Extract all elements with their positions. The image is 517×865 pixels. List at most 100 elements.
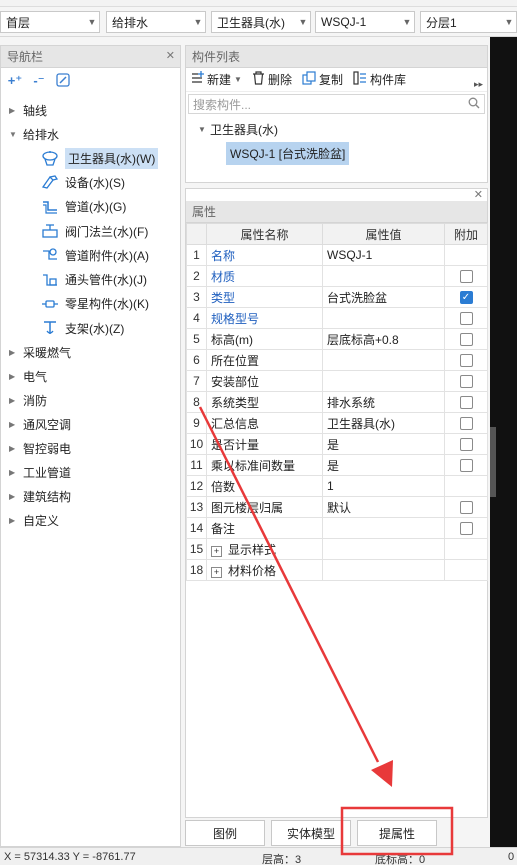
tab-solid-model[interactable]: 实体模型 bbox=[271, 820, 351, 846]
property-row[interactable]: 12 倍数 1 bbox=[186, 475, 488, 497]
extra-checkbox[interactable] bbox=[459, 270, 473, 284]
nav-category-electrical[interactable]: ▶ 电气 bbox=[1, 364, 180, 388]
nav-category-plumbing[interactable]: ▼ 给排水 bbox=[1, 122, 180, 146]
expand-icon[interactable]: + bbox=[211, 545, 222, 557]
expand-all-icon[interactable]: +⁺ bbox=[7, 73, 23, 89]
close-icon[interactable]: ✕ bbox=[474, 188, 483, 201]
component-search[interactable]: 搜索构件... bbox=[188, 94, 485, 114]
property-extra-cell bbox=[444, 496, 488, 518]
property-value-cell[interactable] bbox=[322, 517, 445, 539]
component-tree-root[interactable]: ▼ 卫生器具(水) bbox=[186, 118, 487, 140]
extra-checkbox[interactable] bbox=[459, 312, 473, 326]
nav-item-sanitary[interactable]: 卫生器具(水)(W) bbox=[1, 146, 180, 170]
property-row[interactable]: 7 安装部位 bbox=[186, 370, 488, 392]
chevron-right-icon: ▶ bbox=[9, 371, 16, 381]
extra-checkbox[interactable] bbox=[459, 501, 473, 515]
close-icon[interactable]: ✕ bbox=[166, 49, 175, 62]
nav-category-axis[interactable]: ▶ 轴线 bbox=[1, 98, 180, 122]
property-value-cell[interactable]: 排水系统 bbox=[322, 391, 445, 413]
collapse-all-icon[interactable]: -⁻ bbox=[31, 73, 47, 89]
nav-item-label: 管道(水)(G) bbox=[65, 200, 127, 215]
splitter-handle[interactable] bbox=[490, 427, 496, 497]
new-button[interactable]: 新建 ▼ bbox=[190, 71, 242, 88]
extra-checkbox[interactable]: ✓ bbox=[459, 291, 473, 305]
property-value-cell[interactable] bbox=[322, 538, 445, 560]
chevron-down-icon: ▼ bbox=[198, 124, 206, 134]
discipline-select[interactable]: 给排水 ▼ bbox=[106, 11, 206, 33]
tab-legend[interactable]: 图例 bbox=[185, 820, 265, 846]
property-row[interactable]: 13 图元楼层归属 默认 bbox=[186, 496, 488, 518]
nav-item-tee-fitting[interactable]: 通头管件(水)(J) bbox=[1, 267, 180, 291]
property-row-number: 7 bbox=[186, 370, 207, 392]
extra-checkbox[interactable] bbox=[459, 375, 473, 389]
floor-select[interactable]: 首层 ▼ bbox=[0, 11, 100, 33]
nav-item-bracket[interactable]: 支架(水)(Z) bbox=[1, 316, 180, 340]
nav-category-low-voltage[interactable]: ▶ 智控弱电 bbox=[1, 436, 180, 460]
nav-category-structure[interactable]: ▶ 建筑结构 bbox=[1, 484, 180, 508]
nav-item-misc-component[interactable]: 零星构件(水)(K) bbox=[1, 292, 180, 316]
property-row[interactable]: 10 是否计量 是 bbox=[186, 433, 488, 455]
property-extra-cell bbox=[444, 433, 488, 455]
trash-icon bbox=[252, 71, 265, 88]
property-name: 名称 bbox=[211, 248, 236, 263]
property-name-cell: 倍数 bbox=[206, 475, 323, 497]
property-value-cell[interactable]: 1 bbox=[322, 475, 445, 497]
property-value-cell[interactable]: 卫生器具(水) bbox=[322, 412, 445, 434]
property-value-cell[interactable] bbox=[322, 559, 445, 581]
edit-icon[interactable] bbox=[55, 72, 71, 90]
property-value-cell[interactable] bbox=[322, 349, 445, 371]
property-row[interactable]: 8 系统类型 排水系统 bbox=[186, 391, 488, 413]
component-list-header: 构件列表 bbox=[186, 46, 487, 68]
property-value-cell[interactable] bbox=[322, 370, 445, 392]
property-value-cell[interactable]: 是 bbox=[322, 454, 445, 476]
nav-item-valve[interactable]: 阀门法兰(水)(F) bbox=[1, 219, 180, 243]
property-value-cell[interactable]: 是 bbox=[322, 433, 445, 455]
delete-button[interactable]: 删除 bbox=[252, 71, 292, 88]
property-row[interactable]: 4 规格型号 bbox=[186, 307, 488, 329]
nav-category-industrial-pipe[interactable]: ▶ 工业管道 bbox=[1, 460, 180, 484]
property-row[interactable]: 1 名称 WSQJ-1 bbox=[186, 244, 488, 266]
property-value-cell[interactable]: 层底标高+0.8 bbox=[322, 328, 445, 350]
property-row[interactable]: 18 + 材料价格 bbox=[186, 559, 488, 581]
nav-category-fire[interactable]: ▶ 消防 bbox=[1, 388, 180, 412]
nav-category-label: 自定义 bbox=[23, 513, 60, 528]
property-value-cell[interactable] bbox=[322, 307, 445, 329]
property-row-number: 14 bbox=[186, 517, 207, 539]
layer-select[interactable]: 分层1 ▼ bbox=[420, 11, 517, 33]
component-type-select[interactable]: 卫生器具(水) ▼ bbox=[211, 11, 311, 33]
property-row[interactable]: 3 类型 台式洗脸盆 ✓ bbox=[186, 286, 488, 308]
nav-category-heating-gas[interactable]: ▶ 采暖燃气 bbox=[1, 340, 180, 364]
extra-checkbox[interactable] bbox=[459, 459, 473, 473]
property-value-cell[interactable]: WSQJ-1 bbox=[322, 244, 445, 266]
property-row[interactable]: 11 乘以标准间数量 是 bbox=[186, 454, 488, 476]
extra-checkbox[interactable] bbox=[459, 522, 473, 536]
nav-item-pipe[interactable]: 管道(水)(G) bbox=[1, 195, 180, 219]
extra-checkbox[interactable] bbox=[459, 333, 473, 347]
extra-checkbox[interactable] bbox=[459, 417, 473, 431]
property-row[interactable]: 5 标高(m) 层底标高+0.8 bbox=[186, 328, 488, 350]
property-row[interactable]: 14 备注 bbox=[186, 517, 488, 539]
property-value-cell[interactable]: 默认 bbox=[322, 496, 445, 518]
extra-checkbox[interactable] bbox=[459, 354, 473, 368]
property-row[interactable]: 9 汇总信息 卫生器具(水) bbox=[186, 412, 488, 434]
extra-checkbox[interactable] bbox=[459, 396, 473, 410]
property-value-cell[interactable]: 台式洗脸盆 bbox=[322, 286, 445, 308]
tab-extract-properties[interactable]: 提属性 bbox=[357, 820, 437, 846]
component-select[interactable]: WSQJ-1 ▼ bbox=[315, 11, 415, 33]
library-button[interactable]: 构件库 bbox=[353, 71, 406, 88]
property-name-cell: + 材料价格 bbox=[206, 559, 323, 581]
more-icon[interactable]: ▸▸ bbox=[474, 79, 483, 90]
expand-icon[interactable]: + bbox=[211, 566, 222, 578]
nav-category-hvac[interactable]: ▶ 通风空调 bbox=[1, 412, 180, 436]
search-icon[interactable] bbox=[468, 97, 484, 112]
nav-item-equipment[interactable]: 设备(水)(S) bbox=[1, 170, 180, 194]
copy-button[interactable]: 复制 bbox=[302, 71, 343, 88]
nav-item-pipe-fitting[interactable]: 管道附件(水)(A) bbox=[1, 243, 180, 267]
property-value-cell[interactable] bbox=[322, 265, 445, 287]
property-row[interactable]: 6 所在位置 bbox=[186, 349, 488, 371]
property-row[interactable]: 2 材质 bbox=[186, 265, 488, 287]
property-row[interactable]: 15 + 显示样式 bbox=[186, 538, 488, 560]
extra-checkbox[interactable] bbox=[459, 438, 473, 452]
component-tree-item[interactable]: WSQJ-1 [台式洗脸盆] bbox=[226, 142, 350, 165]
nav-category-custom[interactable]: ▶ 自定义 bbox=[1, 508, 180, 532]
